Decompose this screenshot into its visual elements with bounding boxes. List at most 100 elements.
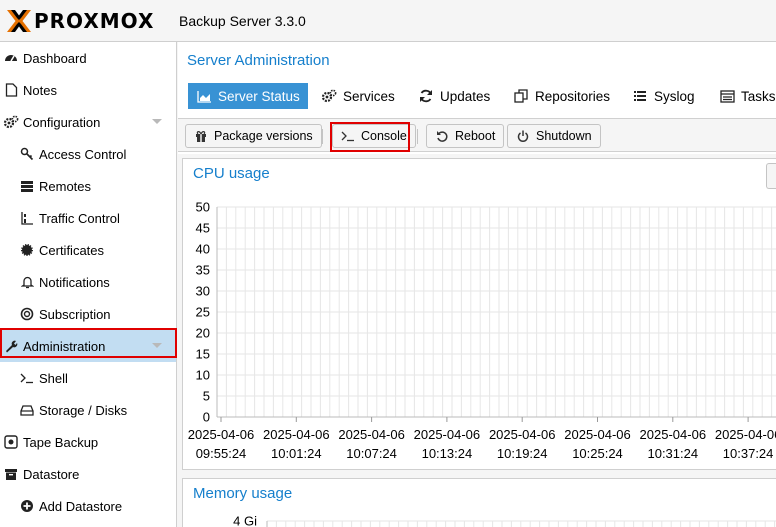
proxmox-logo[interactable]: PROXMOX — [6, 9, 154, 33]
tab-syslog[interactable]: Syslog — [624, 83, 703, 109]
y-tick-label: 30 — [196, 284, 210, 299]
package-versions-label: Package versions — [214, 129, 313, 143]
sidebar-item-label: Storage / Disks — [39, 402, 128, 418]
console-button[interactable]: Console — [332, 124, 416, 148]
y-tick-label: 25 — [196, 305, 210, 320]
y-tick-label: 15 — [196, 347, 210, 362]
sidebar-item-label: Traffic Control — [39, 210, 120, 226]
bell-icon — [19, 274, 35, 290]
x-tick-time-label: 09:55:24 — [196, 446, 247, 461]
sidebar-item-label: Access Control — [39, 146, 127, 162]
sidebar-item-tape-backup[interactable]: Tape Backup — [0, 426, 176, 458]
sidebar-item-access-control[interactable]: Access Control — [0, 138, 176, 170]
memory-usage-panel: Memory usage 4 Gi — [182, 478, 776, 527]
archive-icon — [3, 466, 19, 482]
traffic-icon — [19, 210, 35, 226]
sidebar-item-administration[interactable]: Administration — [0, 330, 176, 362]
terminal-icon — [19, 370, 35, 386]
memory-usage-title: Memory usage — [193, 485, 293, 502]
sidebar-item-shell[interactable]: Shell — [0, 362, 176, 394]
proxmox-x-icon — [7, 10, 31, 32]
main-panel: Server Administration Server Status Servi… — [178, 42, 776, 527]
wrench-icon — [3, 338, 19, 354]
tab-tasks[interactable]: Tasks — [711, 83, 776, 109]
memory-usage-chart: 4 Gi — [233, 514, 776, 527]
certificate-icon — [19, 242, 35, 258]
list-icon — [632, 88, 648, 104]
tab-label: Updates — [440, 88, 491, 104]
sidebar-item-configuration[interactable]: Configuration — [0, 106, 176, 138]
x-tick-date-label: 2025-04-06 — [188, 427, 255, 442]
reboot-button[interactable]: Reboot — [426, 124, 505, 148]
y-tick-label: 40 — [196, 242, 210, 257]
tab-services[interactable]: Services — [313, 83, 403, 109]
cogs-icon — [3, 114, 19, 130]
sidebar-nav: Dashboard Notes Configuration Access Contro… — [0, 42, 177, 527]
terminal-icon — [341, 129, 355, 143]
tab-repositories[interactable]: Repositories — [505, 83, 618, 109]
sidebar-item-add-datastore[interactable]: Add Datastore — [0, 490, 176, 522]
x-tick-date-label: 2025-04-06 — [338, 427, 405, 442]
sidebar-item-label: Configuration — [23, 114, 101, 130]
sidebar-item-subscription[interactable]: Subscription — [0, 298, 176, 330]
y-tick-label: 4 Gi — [233, 514, 257, 527]
plus-circle-icon — [19, 498, 35, 514]
sidebar-item-label: Dashboard — [23, 50, 87, 66]
x-tick-time-label: 10:25:24 — [572, 446, 623, 461]
sidebar-item-dashboard[interactable]: Dashboard — [0, 42, 176, 74]
product-version: Backup Server 3.3.0 — [179, 13, 306, 29]
expand-caret-icon[interactable] — [152, 343, 162, 348]
server-icon — [19, 178, 35, 194]
y-tick-label: 5 — [203, 389, 210, 404]
refresh-icon — [418, 88, 434, 104]
tab-server-status[interactable]: Server Status — [188, 83, 308, 109]
undo-icon — [435, 129, 449, 143]
sidebar-item-label: Subscription — [39, 306, 111, 322]
x-tick-time-label: 10:31:24 — [647, 446, 698, 461]
toolbar-separator — [322, 129, 323, 144]
sidebar-item-traffic-control[interactable]: Traffic Control — [0, 202, 176, 234]
sidebar-item-notifications[interactable]: Notifications — [0, 266, 176, 298]
cpu-usage-panel: CPU usage 0 5 10 15 20 25 30 35 40 45 50 2025-04-06… — [182, 158, 776, 470]
y-tick-label: 20 — [196, 326, 210, 341]
files-icon — [513, 88, 529, 104]
sidebar-item-storage-disks[interactable]: Storage / Disks — [0, 394, 176, 426]
sidebar-item-certificates[interactable]: Certificates — [0, 234, 176, 266]
cpu-usage-chart: 0 5 10 15 20 25 30 35 40 45 50 2025-04-06 09:55:24 20… — [188, 200, 776, 461]
gift-icon — [194, 129, 208, 143]
chart-tool-button[interactable] — [766, 163, 776, 189]
tab-updates[interactable]: Updates — [410, 83, 498, 109]
y-tick-label: 10 — [196, 368, 210, 383]
x-tick-time-label: 10:07:24 — [346, 446, 397, 461]
cpu-usage-title: CPU usage — [193, 165, 270, 182]
sidebar-item-label: Remotes — [39, 178, 92, 194]
sidebar-item-notes[interactable]: Notes — [0, 74, 176, 106]
reboot-label: Reboot — [455, 129, 496, 143]
sidebar-item-label: Notes — [23, 82, 57, 98]
x-tick-time-label: 10:01:24 — [271, 446, 322, 461]
page-title: Server Administration — [187, 52, 330, 69]
power-icon — [516, 129, 530, 143]
dashboard-icon — [3, 50, 19, 66]
tab-label: Services — [343, 88, 395, 104]
expand-caret-icon[interactable] — [152, 119, 162, 124]
sidebar-item-label: Datastore — [23, 466, 80, 482]
status-content: CPU usage 0 5 10 15 20 25 30 35 40 45 50 2025-04-06… — [178, 154, 776, 527]
x-tick-date-label: 2025-04-06 — [414, 427, 481, 442]
notes-icon — [3, 82, 19, 98]
console-label: Console — [361, 129, 407, 143]
x-tick-time-label: 10:19:24 — [497, 446, 548, 461]
x-tick-date-label: 2025-04-06 — [263, 427, 330, 442]
sidebar-item-datastore[interactable]: Datastore — [0, 458, 176, 490]
tab-label: Tasks — [741, 88, 776, 104]
sidebar-item-remotes[interactable]: Remotes — [0, 170, 176, 202]
tab-bar: Server Status Services Updates Repositories… — [178, 80, 776, 114]
y-tick-label: 35 — [196, 263, 210, 278]
package-versions-button[interactable]: Package versions — [185, 124, 322, 148]
toolbar-separator — [417, 129, 418, 144]
shutdown-button[interactable]: Shutdown — [507, 124, 601, 148]
y-tick-label: 45 — [196, 221, 210, 236]
x-tick-date-label: 2025-04-06 — [640, 427, 707, 442]
logo-text: PROXMOX — [34, 9, 155, 33]
x-tick-time-label: 10:37:24 — [723, 446, 774, 461]
